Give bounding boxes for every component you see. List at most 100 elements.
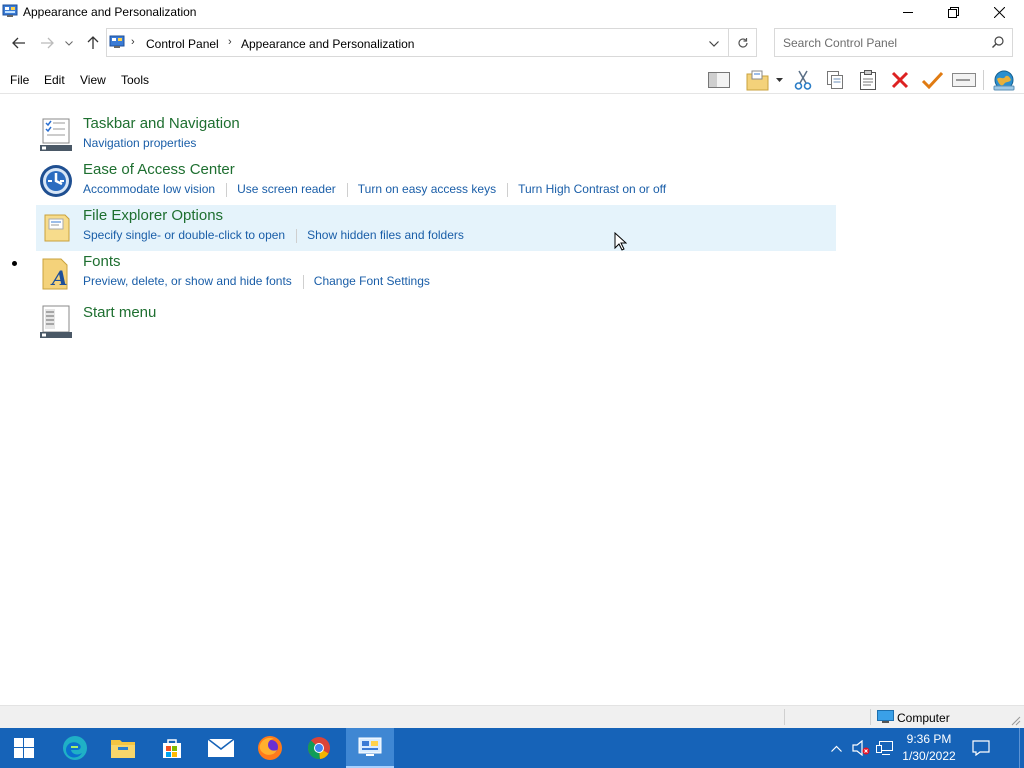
taskbar-clock[interactable]: 9:36 PM 1/30/2022 <box>893 731 965 765</box>
refresh-button[interactable] <box>728 29 756 56</box>
preview-pane-button[interactable] <box>706 68 732 92</box>
category-heading[interactable]: Fonts <box>83 253 121 270</box>
taskbar-icon <box>40 118 72 151</box>
control-panel-icon <box>358 737 382 756</box>
menu-edit[interactable]: Edit <box>44 73 65 87</box>
chevron-down-icon <box>65 40 73 46</box>
title-bar: Appearance and Personalization <box>0 0 1024 24</box>
search-box[interactable] <box>774 28 1013 57</box>
close-icon <box>993 6 1005 18</box>
search-input[interactable] <box>783 35 983 51</box>
new-folder-button[interactable] <box>742 68 774 92</box>
clipboard-icon <box>860 70 876 90</box>
link-change-font-settings[interactable]: Change Font Settings <box>314 274 430 288</box>
category-ease-of-access: Ease of Access Center Accommodate low vi… <box>36 161 836 205</box>
link-single-double-click[interactable]: Specify single- or double-click to open <box>83 228 285 242</box>
taskbar-chrome[interactable] <box>295 728 343 768</box>
back-button[interactable] <box>10 34 28 52</box>
taskbar-store[interactable] <box>148 728 196 768</box>
toolbar-divider <box>983 70 984 90</box>
menu-file[interactable]: File <box>10 73 29 87</box>
show-desktop-button[interactable] <box>1019 728 1024 768</box>
up-button[interactable] <box>84 34 102 52</box>
clock-time: 9:36 PM <box>906 732 952 746</box>
volume-button[interactable] <box>850 728 872 768</box>
store-icon <box>163 739 181 758</box>
taskbar-control-panel[interactable] <box>346 728 394 768</box>
folder-options-icon <box>44 214 70 242</box>
control-panel-icon <box>109 35 125 48</box>
delete-button[interactable] <box>887 68 913 92</box>
file-explorer-icon <box>111 740 135 758</box>
taskbar-file-explorer[interactable] <box>99 728 147 768</box>
main-content: Taskbar and Navigation Navigation proper… <box>0 95 1024 705</box>
preview-pane-icon <box>708 72 730 88</box>
address-dropdown-button[interactable] <box>706 36 722 52</box>
action-center-button[interactable] <box>966 728 996 768</box>
chevron-down-icon <box>709 41 719 47</box>
close-button[interactable] <box>976 0 1022 24</box>
search-icon <box>992 36 1004 48</box>
paste-button[interactable] <box>855 68 881 92</box>
new-folder-dropdown[interactable] <box>772 68 786 92</box>
new-folder-icon <box>746 70 769 91</box>
forward-arrow-icon <box>41 37 54 49</box>
link-high-contrast[interactable]: Turn High Contrast on or off <box>518 182 666 196</box>
taskbar-edge[interactable] <box>51 728 99 768</box>
rename-button[interactable] <box>951 68 977 92</box>
up-arrow-icon <box>87 36 99 49</box>
link-navigation-properties[interactable]: Navigation properties <box>83 136 196 150</box>
breadcrumb-appearance[interactable]: Appearance and Personalization <box>241 37 414 51</box>
breadcrumb-separator[interactable]: › <box>228 36 232 48</box>
cut-button[interactable] <box>790 68 816 92</box>
address-row: › Control Panel › Appearance and Persona… <box>0 28 1024 58</box>
menu-tools[interactable]: Tools <box>121 73 149 87</box>
minimize-button[interactable] <box>885 0 931 24</box>
chrome-icon <box>308 737 330 760</box>
rename-icon <box>952 73 976 87</box>
link-separator <box>507 182 509 197</box>
link-accommodate-low-vision[interactable]: Accommodate low vision <box>83 182 215 196</box>
category-heading[interactable]: File Explorer Options <box>83 207 223 224</box>
clock-date: 1/30/2022 <box>902 749 956 763</box>
menu-view[interactable]: View <box>80 73 106 87</box>
start-menu-icon <box>40 305 72 338</box>
address-bar[interactable]: › Control Panel › Appearance and Persona… <box>106 28 757 57</box>
link-easy-access-keys[interactable]: Turn on easy access keys <box>358 182 496 196</box>
category-heading[interactable]: Taskbar and Navigation <box>83 115 240 132</box>
computer-icon <box>877 710 894 723</box>
edge-icon <box>63 736 87 760</box>
start-icon <box>14 738 34 758</box>
restore-button[interactable] <box>930 0 976 24</box>
link-separator <box>296 228 298 243</box>
show-hidden-icons-button[interactable] <box>828 728 844 768</box>
globe-icon <box>993 70 1015 91</box>
ease-of-access-icon <box>40 165 72 197</box>
link-preview-fonts[interactable]: Preview, delete, or show and hide fonts <box>83 274 292 288</box>
svg-text:A: A <box>50 266 68 290</box>
category-heading[interactable]: Ease of Access Center <box>83 161 235 178</box>
status-divider <box>870 709 871 725</box>
chevron-up-icon <box>830 745 842 752</box>
link-separator <box>302 274 304 289</box>
network-button[interactable] <box>990 68 1018 92</box>
checkmark-icon <box>921 71 943 89</box>
properties-button[interactable] <box>919 68 945 92</box>
copy-button[interactable] <box>822 68 848 92</box>
recent-locations-button[interactable] <box>63 34 75 52</box>
breadcrumb-separator[interactable]: › <box>131 36 135 48</box>
taskbar-firefox[interactable] <box>246 728 294 768</box>
forward-button[interactable] <box>38 34 56 52</box>
window-title: Appearance and Personalization <box>23 5 197 19</box>
status-divider <box>784 709 785 725</box>
link-show-hidden-files[interactable]: Show hidden files and folders <box>307 228 464 242</box>
category-heading[interactable]: Start menu <box>83 304 156 321</box>
resize-grip-icon[interactable] <box>1011 716 1021 726</box>
breadcrumb-control-panel[interactable]: Control Panel <box>146 37 219 51</box>
taskbar-mail[interactable] <box>197 728 245 768</box>
category-file-explorer-options: File Explorer Options Specify single- or… <box>36 205 836 251</box>
task-links: Preview, delete, or show and hide fonts C… <box>83 274 430 289</box>
link-separator <box>226 182 228 197</box>
link-use-screen-reader[interactable]: Use screen reader <box>237 182 336 196</box>
start-button[interactable] <box>0 728 48 768</box>
